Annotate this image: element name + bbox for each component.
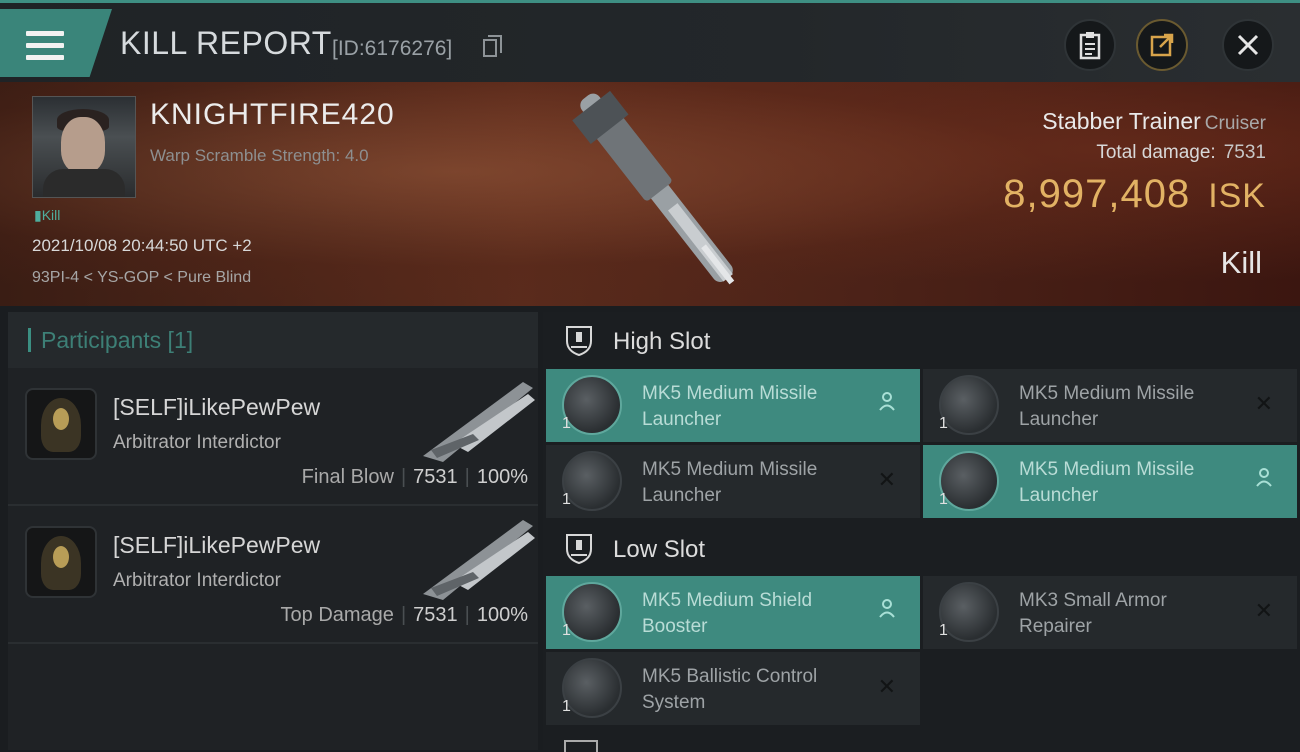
participant-ship: Arbitrator Interdictor: [113, 432, 281, 453]
missile-launcher-icon: [562, 375, 622, 435]
armor-repairer-icon: [939, 582, 999, 642]
share-icon: [1150, 33, 1174, 57]
module-item[interactable]: 1 MK3 Small Armor Repairer ✕: [923, 576, 1297, 649]
person-icon: [878, 391, 896, 417]
kill-result: Kill: [1220, 245, 1262, 280]
menu-button[interactable]: [0, 9, 112, 77]
participant-avatar[interactable]: [25, 526, 97, 598]
participants-panel: Participants [1] [SELF]iLikePewPew Arbit…: [8, 312, 538, 750]
module-item[interactable]: 1 MK5 Medium Missile Launcher: [546, 369, 920, 442]
x-icon: ✕: [877, 467, 896, 492]
kill-location[interactable]: 93PI-4 < YS-GOP < Pure Blind: [32, 269, 251, 287]
participant-ship-image: [423, 520, 535, 600]
total-damage: Total damage: 7531: [1096, 142, 1266, 163]
participant-ship: Arbitrator Interdictor: [113, 570, 281, 591]
fitting-panel: High Slot 1 MK5 Medium Missile Launcher …: [543, 312, 1300, 752]
hamburger-icon: [26, 31, 64, 61]
kill-banner: ▮Kill 2021/10/08 20:44:50 UTC +2 93PI-4 …: [0, 82, 1300, 306]
participant-stats: Top Damage | 7531 | 100%: [280, 604, 528, 626]
victim-ship-image: [572, 90, 735, 285]
x-icon: ✕: [1254, 598, 1273, 623]
participant-ship-image: [423, 382, 535, 462]
participant-row[interactable]: [SELF]iLikePewPew Arbitrator Interdictor…: [8, 368, 538, 506]
module-item[interactable]: 1 MK5 Medium Missile Launcher ✕: [923, 369, 1297, 442]
victim-name[interactable]: KNIGHTFIRE420: [150, 98, 395, 132]
missile-launcher-icon: [939, 451, 999, 511]
close-icon: [1237, 34, 1259, 56]
clipboard-button[interactable]: [1064, 19, 1116, 71]
participants-header: Participants [1]: [8, 312, 538, 368]
kill-tag: ▮Kill: [34, 207, 61, 223]
shield-booster-icon: [562, 582, 622, 642]
kill-datetime: 2021/10/08 20:44:50 UTC +2: [32, 236, 252, 255]
module-item[interactable]: 1 MK5 Medium Missile Launcher: [923, 445, 1297, 518]
missile-launcher-icon: [562, 451, 622, 511]
clipboard-icon: [1079, 32, 1101, 60]
victim-ship-name: Stabber Trainer Cruiser: [1042, 108, 1266, 134]
participant-row[interactable]: [SELF]iLikePewPew Arbitrator Interdictor…: [8, 506, 538, 644]
participant-avatar[interactable]: [25, 388, 97, 460]
kill-id: [ID:6176276]: [332, 37, 453, 60]
page-title: KILL REPORT: [120, 25, 332, 61]
module-item[interactable]: 1 MK5 Medium Missile Launcher ✕: [546, 445, 920, 518]
participant-name: [SELF]iLikePewPew: [113, 394, 321, 420]
module-item[interactable]: 1 MK5 Ballistic Control System ✕: [546, 652, 920, 725]
person-icon: [878, 598, 896, 624]
participant-name: [SELF]iLikePewPew: [113, 532, 321, 558]
copy-icon[interactable]: [483, 35, 502, 57]
missile-launcher-icon: [939, 375, 999, 435]
x-icon: ✕: [877, 674, 896, 699]
low-slot-icon: [566, 534, 592, 565]
high-slot-header: High Slot: [543, 312, 1300, 368]
next-slot-icon: [564, 740, 598, 752]
module-item[interactable]: 1 MK5 Medium Shield Booster: [546, 576, 920, 649]
person-icon: [1255, 467, 1273, 493]
participant-stats: Final Blow | 7531 | 100%: [301, 466, 528, 488]
victim-avatar[interactable]: [32, 96, 136, 198]
share-button[interactable]: [1136, 19, 1188, 71]
ballistic-control-icon: [562, 658, 622, 718]
low-slot-header: Low Slot: [543, 520, 1300, 576]
high-slot-icon: [566, 326, 592, 357]
warp-scramble: Warp Scramble Strength: 4.0: [150, 146, 369, 165]
close-button[interactable]: [1222, 19, 1274, 71]
isk-value: 8,997,408 ISK: [1003, 172, 1266, 216]
x-icon: ✕: [1254, 391, 1273, 416]
title-bar: KILL REPORT [ID:6176276]: [0, 0, 1300, 82]
